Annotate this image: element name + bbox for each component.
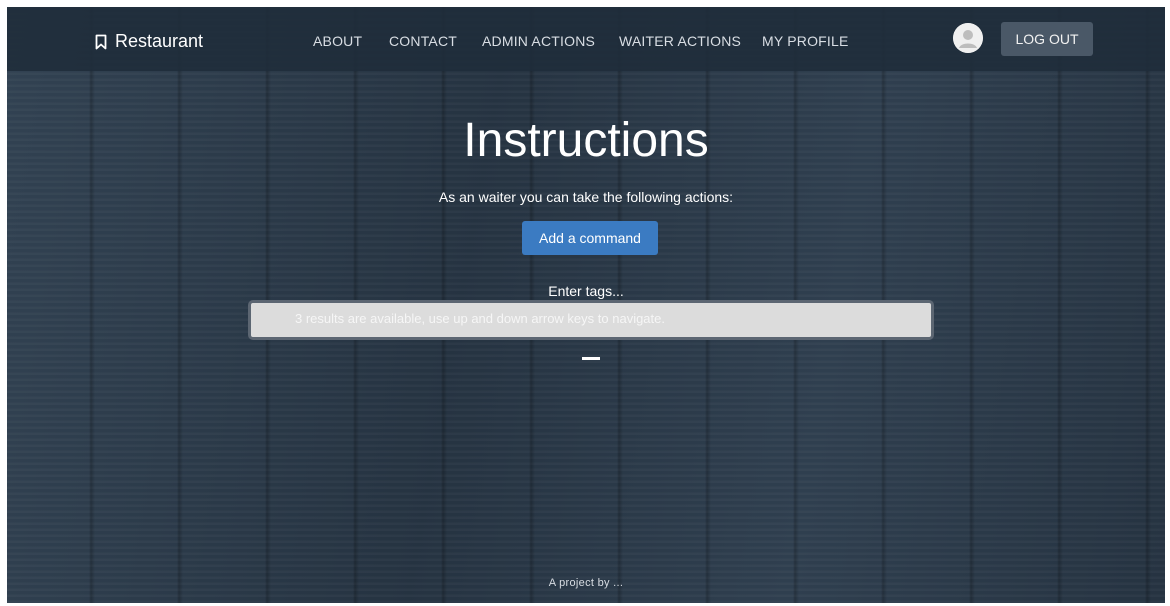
nav-my-profile[interactable]: MY PROFILE	[762, 33, 849, 49]
nav-about[interactable]: ABOUT	[313, 33, 362, 49]
brand-link[interactable]: Restaurant	[95, 31, 203, 52]
page-background: Restaurant ABOUT CONTACT ADMIN ACTIONS W…	[7, 7, 1165, 603]
page-subtitle: As an waiter you can take the following …	[438, 189, 734, 205]
brand-name: Restaurant	[115, 31, 204, 51]
nav-admin-actions[interactable]: ADMIN ACTIONS	[482, 33, 595, 49]
divider-dash	[582, 357, 600, 360]
bookmark-icon	[95, 34, 107, 50]
nav-contact[interactable]: CONTACT	[389, 33, 457, 49]
page-title: Instructions	[463, 114, 709, 167]
add-command-button[interactable]: Add a command	[522, 221, 658, 255]
tags-label: Enter tags...	[548, 283, 624, 299]
top-navbar: Restaurant ABOUT CONTACT ADMIN ACTIONS W…	[7, 7, 1165, 71]
tags-results-hint: 3 results are available, use up and down…	[295, 311, 665, 326]
user-avatar-icon[interactable]	[953, 23, 983, 53]
nav-waiter-actions[interactable]: WAITER ACTIONS	[619, 33, 741, 49]
logout-button[interactable]: LOG OUT	[1001, 22, 1093, 56]
tags-input[interactable]: 3 results are available, use up and down…	[248, 300, 934, 340]
footer-text: A project by ...	[548, 577, 624, 589]
